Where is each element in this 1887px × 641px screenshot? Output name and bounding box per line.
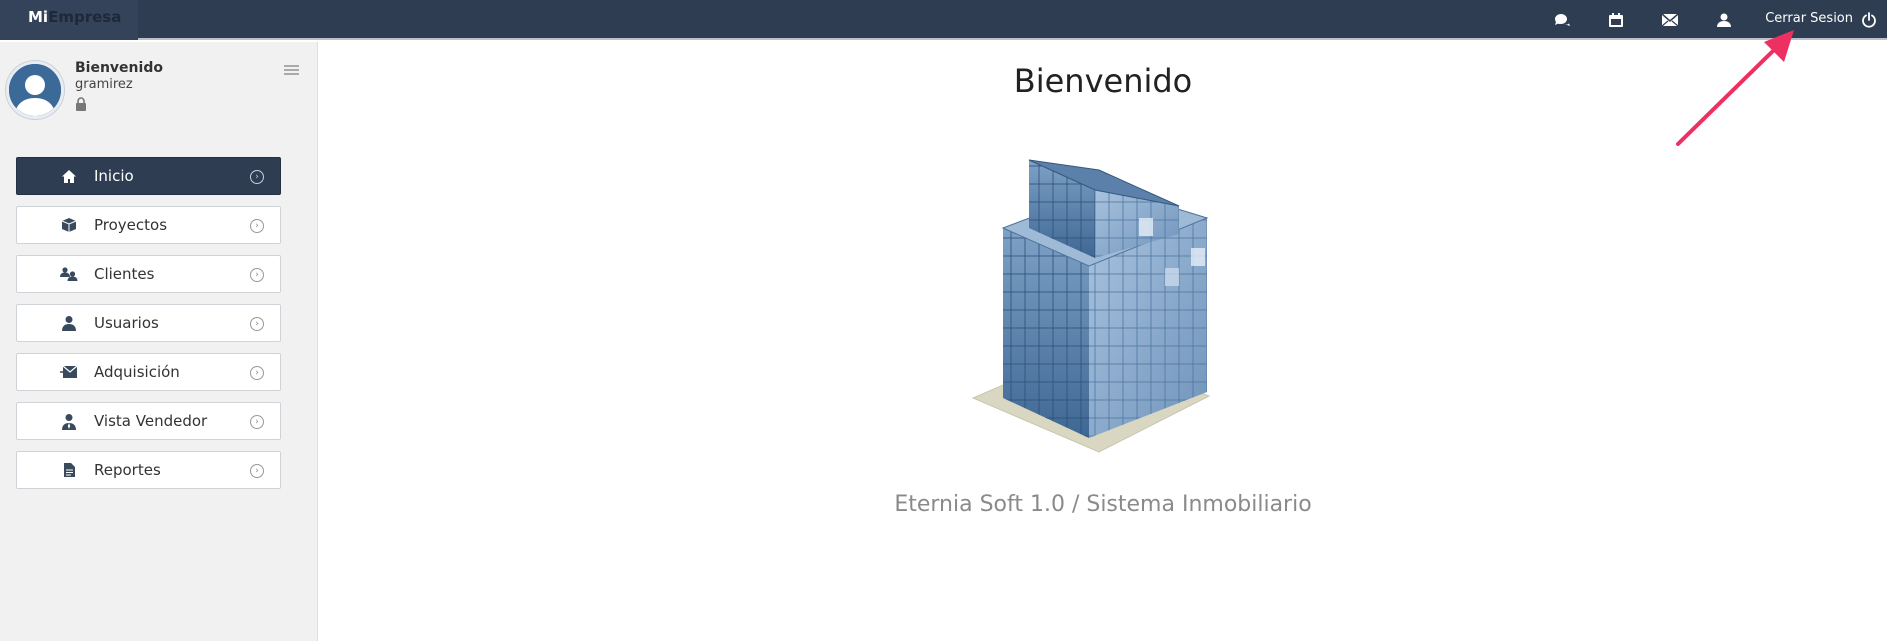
sidebar-item-label: Clientes — [94, 265, 155, 283]
box-icon — [57, 216, 81, 234]
chevron-right-icon: › — [250, 415, 264, 429]
user-icon — [57, 314, 81, 332]
menu-toggle-icon[interactable] — [284, 61, 299, 80]
chevron-right-icon: › — [250, 464, 264, 478]
sidebar-nav: Inicio › Proyectos › Clientes › Usuarios… — [16, 157, 281, 500]
sidebar-item-inicio[interactable]: Inicio › — [16, 157, 281, 195]
envelope-arrow-icon — [57, 363, 81, 381]
sidebar-item-reportes[interactable]: Reportes › — [16, 451, 281, 489]
chevron-right-icon: › — [250, 170, 264, 184]
sidebar-item-proyectos[interactable]: Proyectos › — [16, 206, 281, 244]
building-illustration — [971, 159, 1211, 453]
chevron-right-icon: › — [250, 366, 264, 380]
sidebar-item-label: Proyectos — [94, 216, 168, 234]
document-icon — [57, 461, 81, 479]
chat-icon[interactable] — [1535, 0, 1589, 40]
calendar-icon[interactable] — [1589, 0, 1643, 40]
sidebar-item-label: Vista Vendedor — [94, 412, 208, 430]
top-navbar: MiEmpresa Cerrar Sesion — [0, 0, 1887, 40]
brand-part2: Empresa — [48, 8, 122, 26]
lock-icon[interactable] — [75, 96, 163, 115]
sidebar-item-label: Inicio — [94, 167, 134, 185]
brand-part1: Mi — [28, 8, 49, 26]
welcome-text: Bienvenido — [75, 60, 163, 76]
chevron-right-icon: › — [250, 268, 264, 282]
users-icon — [57, 265, 81, 283]
avatar — [6, 61, 64, 119]
username: gramirez — [75, 77, 133, 92]
sidebar-item-vista-vendedor[interactable]: Vista Vendedor › — [16, 402, 281, 440]
sidebar-item-usuarios[interactable]: Usuarios › — [16, 304, 281, 342]
sidebar-item-label: Reportes — [94, 461, 161, 479]
chevron-right-icon: › — [250, 219, 264, 233]
app-tagline: Eternia Soft 1.0 / Sistema Inmobiliario — [894, 492, 1312, 517]
user-info: Bienvenido gramirez — [75, 60, 163, 115]
home-icon — [57, 167, 81, 185]
sidebar: Bienvenido gramirez Inicio › Proyectos ›… — [0, 42, 318, 641]
brand-logo[interactable]: MiEmpresa — [0, 0, 138, 40]
sidebar-item-label: Adquisición — [94, 363, 180, 381]
sidebar-item-clientes[interactable]: Clientes › — [16, 255, 281, 293]
sidebar-item-label: Usuarios — [94, 314, 159, 332]
salesperson-icon — [57, 412, 81, 430]
annotation-arrow — [1676, 30, 1794, 146]
sidebar-item-adquisicion[interactable]: Adquisición › — [16, 353, 281, 391]
main-content: Bienvenido Eternia Soft 1.0 / Sistema In… — [319, 42, 1887, 641]
power-icon — [1862, 12, 1876, 28]
chevron-right-icon: › — [250, 317, 264, 331]
page-title: Bienvenido — [1013, 62, 1193, 100]
